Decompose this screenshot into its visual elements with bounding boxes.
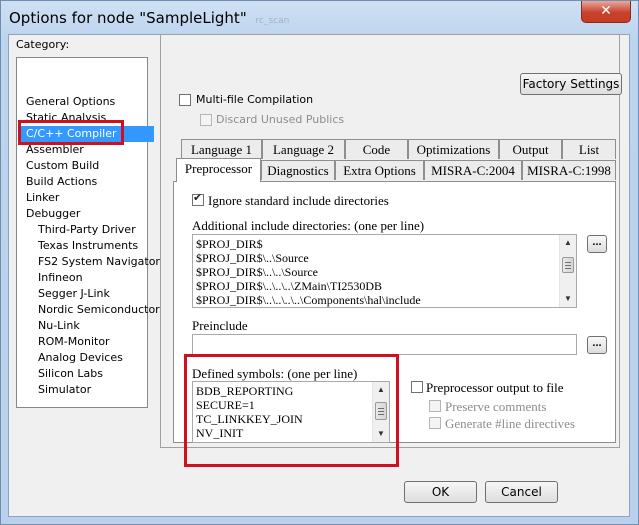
defined-symbol-line: TC_LINKKEY_JOIN [196, 412, 303, 426]
window-title: Options for node "SampleLight" rc_scan [9, 9, 289, 27]
category-item[interactable]: Nordic Semiconductor [18, 302, 166, 318]
discard-unused-checkbox[interactable] [200, 114, 212, 126]
category-item[interactable]: General Options [18, 94, 154, 110]
category-item[interactable]: Nu-Link [18, 318, 166, 334]
tab-code[interactable]: Code [345, 139, 408, 159]
pp-output-label: Preprocessor output to file [426, 380, 564, 395]
category-item[interactable]: Assembler [18, 142, 154, 158]
grip-line [378, 414, 384, 415]
checkmark-icon: ✔ [193, 192, 203, 204]
category-item[interactable]: Silicon Labs [18, 366, 166, 382]
category-item[interactable]: Build Actions [18, 174, 154, 190]
category-label: Category: [16, 38, 70, 51]
include-dir-line: $PROJ_DIR$\..\..\..\ZMain\TI2530DB [196, 279, 383, 293]
multi-file-checkbox[interactable] [179, 94, 191, 106]
include-dir-line: $PROJ_DIR$\..\..\..\..\Components\hal\in… [196, 293, 421, 307]
tab-output[interactable]: Output [499, 139, 562, 159]
defined-symbols-scrollbar[interactable]: ▲ ▼ [372, 382, 389, 442]
tab-preprocessor[interactable]: Preprocessor [176, 158, 261, 182]
close-button[interactable]: ✕ [581, 1, 631, 23]
multi-file-label: Multi-file Compilation [196, 93, 314, 106]
line-directives-checkbox[interactable] [429, 417, 441, 429]
scroll-down-icon[interactable]: ▼ [373, 426, 389, 442]
category-item[interactable]: Linker [18, 190, 154, 206]
scroll-thumb[interactable] [562, 257, 574, 273]
title-bar: Options for node "SampleLight" rc_scan ✕ [1, 1, 638, 35]
preinclude-browse-button[interactable]: ... [587, 336, 607, 354]
include-dirs-browse-button[interactable]: ... [587, 235, 607, 253]
window-title-text: Options for node "SampleLight" [9, 9, 247, 27]
close-icon: ✕ [600, 3, 612, 19]
discard-unused-label: Discard Unused Publics [216, 113, 345, 126]
include-dirs-textarea[interactable]: $PROJ_DIR$ $PROJ_DIR$\..\Source $PROJ_DI… [192, 234, 577, 308]
category-item[interactable]: Analog Devices [18, 350, 166, 366]
grip-line [565, 268, 571, 269]
preinclude-label: Preinclude [192, 318, 248, 333]
include-dir-line: $PROJ_DIR$ [196, 237, 263, 251]
tab-extra-options[interactable]: Extra Options [335, 160, 424, 180]
category-item[interactable]: Segger J-Link [18, 286, 166, 302]
line-directives-label: Generate #line directives [445, 416, 575, 431]
ok-button[interactable]: OK [404, 481, 477, 503]
include-dir-line: $PROJ_DIR$\..\..\Source [196, 265, 319, 279]
scroll-down-icon[interactable]: ▼ [560, 291, 576, 307]
category-item[interactable]: Texas Instruments [18, 238, 166, 254]
preserve-comments-checkbox[interactable] [429, 400, 441, 412]
grip-line [378, 411, 384, 412]
scroll-up-icon[interactable]: ▲ [373, 382, 389, 398]
include-dirs-label: Additional include directories: (one per… [192, 218, 425, 233]
tab-optimizations[interactable]: Optimizations [408, 139, 499, 159]
category-item[interactable]: ROM-Monitor [18, 334, 166, 350]
include-dirs-scrollbar[interactable]: ▲ ▼ [559, 235, 576, 307]
preserve-comments-label: Preserve comments [445, 399, 547, 414]
category-item[interactable]: C/C++ Compiler [18, 126, 154, 142]
category-item[interactable]: Infineon [18, 270, 166, 286]
scroll-thumb[interactable] [375, 402, 387, 420]
ignore-std-label: Ignore standard include directories [208, 193, 389, 208]
cancel-button[interactable]: Cancel [485, 481, 558, 503]
defined-symbols-textarea[interactable]: BDB_REPORTING SECURE=1 TC_LINKKEY_JOIN N… [192, 381, 390, 443]
grip-line [565, 265, 571, 266]
factory-settings-button[interactable]: Factory Settings [520, 73, 622, 95]
defined-symbol-line: NV_INIT [196, 426, 244, 440]
category-item[interactable]: Simulator [18, 382, 166, 398]
tab-diagnostics[interactable]: Diagnostics [261, 160, 335, 180]
tab-list[interactable]: List [562, 139, 616, 159]
category-list[interactable]: General Options Static Analysis C/C++ Comp… [16, 57, 160, 408]
grip-line [565, 262, 571, 263]
window-title-suffix: rc_scan [255, 16, 290, 26]
defined-symbol-line: SECURE=1 [196, 398, 255, 412]
category-item[interactable]: Static Analysis [18, 110, 154, 126]
grip-line [378, 408, 384, 409]
category-item[interactable]: FS2 System Navigator [18, 254, 166, 270]
tab-misra-c-1998[interactable]: MISRA-C:1998 [522, 160, 616, 180]
defined-symbol-line: BDB_REPORTING [196, 384, 294, 398]
pp-output-checkbox[interactable] [411, 381, 423, 393]
preinclude-input[interactable] [192, 334, 577, 355]
tab-language-2[interactable]: Language 2 [262, 139, 345, 159]
category-item[interactable]: Debugger [18, 206, 154, 222]
category-item[interactable]: Third-Party Driver [18, 222, 166, 238]
tab-misra-c-2004[interactable]: MISRA-C:2004 [424, 160, 522, 180]
scroll-up-icon[interactable]: ▲ [560, 235, 576, 251]
include-dir-line: $PROJ_DIR$\..\Source [196, 251, 309, 265]
category-item[interactable]: Custom Build [18, 158, 154, 174]
defined-symbols-label: Defined symbols: (one per line) [192, 366, 358, 381]
ignore-std-checkbox[interactable]: ✔ [192, 192, 204, 206]
tab-language-1[interactable]: Language 1 [181, 139, 262, 159]
